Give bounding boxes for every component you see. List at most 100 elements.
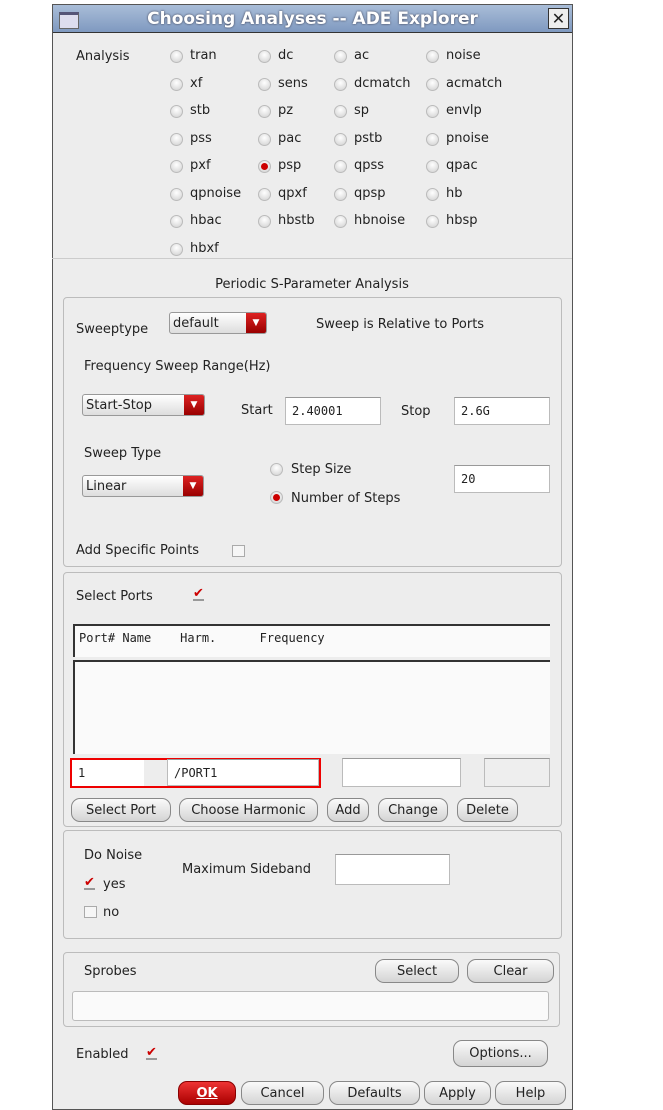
analysis-label-ac: ac [354,48,370,63]
help-button[interactable]: Help [495,1081,566,1105]
chevron-down-icon: ▼ [246,313,266,333]
sweep-relative-note: Sweep is Relative to Ports [316,317,485,332]
analysis-radio-xf[interactable] [170,77,183,91]
analysis-radio-qpxf[interactable] [258,187,271,201]
analysis-label-hbsp: hbsp [446,213,478,228]
analysis-label-qpss: qpss [354,158,385,173]
port-name-input[interactable]: /PORT1 [167,759,319,786]
analysis-radio-pnoise[interactable] [426,132,439,146]
section-title: Periodic S-Parameter Analysis [215,277,409,292]
analysis-radio-noise[interactable] [426,50,439,63]
analysis-label-qpnoise: qpnoise [190,185,242,201]
analysis-radio-dc[interactable] [258,50,271,63]
analysis-radio-hbxf[interactable] [170,242,183,256]
analysis-radio-hbnoise[interactable] [334,215,347,228]
step-size-label: Step Size [291,462,352,477]
add-button[interactable]: Add [327,798,369,822]
noise-no-checkbox[interactable] [84,906,97,918]
analysis-label-hb: hb [446,185,463,201]
analysis-label: Analysis [76,49,130,64]
analysis-label-hbnoise: hbnoise [354,213,406,228]
change-button[interactable]: Change [378,798,448,822]
sweeptype-label: Sweeptype [76,322,149,337]
sweeptype-select[interactable]: default ▼ [169,312,267,334]
analysis-label-qpac: qpac [446,158,478,173]
sprobes-clear-button[interactable]: Clear [467,959,554,983]
close-button[interactable]: ✕ [548,8,569,29]
ports-list[interactable] [73,660,550,754]
specific-points-checkbox[interactable] [232,545,245,557]
choose-harmonic-button[interactable]: Choose Harmonic [179,798,318,822]
analysis-radio-pstb[interactable] [334,132,347,146]
stop-input[interactable]: 2.6G [454,397,550,425]
options-button[interactable]: Options... [453,1040,548,1067]
noise-no-label: no [103,905,120,920]
chevron-down-icon: ▼ [183,476,203,496]
analysis-radio-hb[interactable] [426,187,439,201]
analysis-label-psp: psp [278,158,302,173]
analysis-label-pstb: pstb [354,130,383,146]
frequency-input [484,758,550,787]
analysis-label-qpsp: qpsp [354,185,386,201]
noise-yes-label: yes [103,877,126,892]
frequency-range-label: Frequency Sweep Range(Hz) [84,359,271,374]
analysis-label-pss: pss [190,130,212,146]
analysis-radio-pss[interactable] [170,132,183,146]
analysis-label-hbstb: hbstb [278,213,315,228]
analysis-radio-qpss[interactable] [334,160,347,173]
analysis-radio-hbac[interactable] [170,215,183,228]
analysis-radio-sens[interactable] [258,77,271,91]
sweep-type-select[interactable]: Linear ▼ [82,475,204,497]
analysis-radio-qpsp[interactable] [334,187,347,201]
title-bar[interactable]: Choosing Analyses -- ADE Explorer ✕ [53,5,572,33]
sweep-type-value: Linear [86,479,127,494]
analysis-label-pxf: pxf [190,158,211,173]
ok-button[interactable]: OK [178,1081,236,1105]
delete-button[interactable]: Delete [457,798,518,822]
select-ports-label: Select Ports [76,589,153,604]
analysis-label-sp: sp [354,103,370,118]
sprobes-input[interactable] [72,991,549,1021]
port-number-input[interactable]: 1 [72,760,144,786]
window-title: Choosing Analyses -- ADE Explorer [147,9,478,29]
analysis-radio-hbstb[interactable] [258,215,271,228]
noise-yes-checkbox[interactable]: ✔ [84,876,95,890]
apply-button[interactable]: Apply [424,1081,491,1105]
analysis-radio-pac[interactable] [258,132,271,146]
specific-points-label: Add Specific Points [76,543,200,558]
defaults-button[interactable]: Defaults [329,1081,420,1105]
sprobes-label: Sprobes [84,964,137,979]
analysis-radio-psp[interactable] [258,160,271,173]
analysis-radio-pxf[interactable] [170,160,183,173]
analysis-radio-envlp[interactable] [426,105,439,118]
harmonic-input[interactable] [342,758,461,787]
max-sideband-label: Maximum Sideband [182,862,312,877]
analysis-radio-acmatch[interactable] [426,77,439,91]
cancel-button[interactable]: Cancel [241,1081,324,1105]
max-sideband-input[interactable] [335,854,450,885]
analysis-label-tran: tran [190,48,217,63]
analysis-label-qpxf: qpxf [278,185,307,201]
analysis-label-xf: xf [190,75,203,91]
analysis-radio-tran[interactable] [170,50,183,63]
analysis-label-pz: pz [278,103,294,118]
sprobes-select-button[interactable]: Select [375,959,459,983]
number-of-steps-radio[interactable] [270,491,283,504]
enabled-checkbox[interactable]: ✔ [146,1046,157,1060]
analysis-radio-ac[interactable] [334,50,347,63]
analysis-radio-sp[interactable] [334,105,347,118]
analysis-radio-hbsp[interactable] [426,215,439,228]
analysis-radio-dcmatch[interactable] [334,77,347,91]
analysis-radio-pz[interactable] [258,105,271,118]
range-mode-select[interactable]: Start-Stop ▼ [82,394,205,416]
analysis-radio-qpac[interactable] [426,160,439,173]
steps-input[interactable]: 20 [454,465,550,493]
analysis-radio-qpnoise[interactable] [170,187,183,201]
select-port-button[interactable]: Select Port [71,798,171,822]
analysis-label-acmatch: acmatch [446,75,503,91]
analysis-label-hbxf: hbxf [190,240,219,256]
select-ports-checkbox[interactable]: ✔ [193,587,204,601]
start-input[interactable]: 2.40001 [285,397,381,425]
step-size-radio[interactable] [270,463,283,476]
analysis-radio-stb[interactable] [170,105,183,118]
